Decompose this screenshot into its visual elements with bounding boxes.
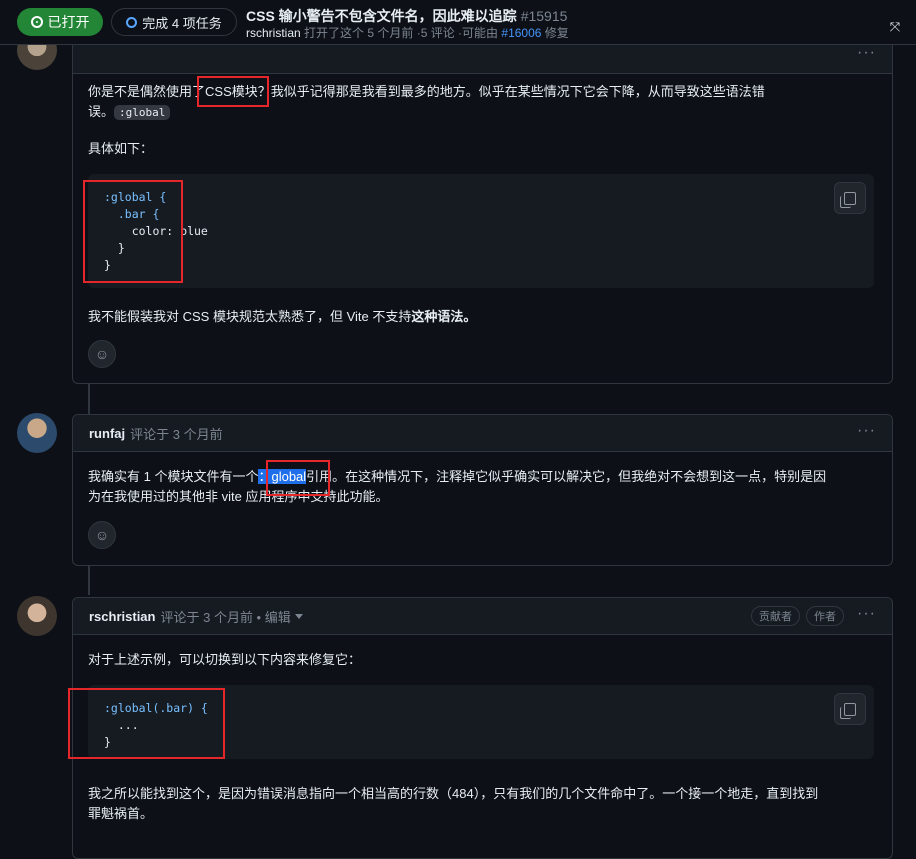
copy-button[interactable] [834,182,866,214]
comment-paragraph: 我不能假装我对 CSS 模块规范太熟悉了，但 Vite 不支持这种语法。 [88,309,477,324]
comment-meta[interactable]: 评论于 3 个月前 [130,424,222,443]
add-reaction-button[interactable]: ☺ [88,521,116,549]
issue-subtitle: rschristian 打开了这个 5 个月前 ·5 评论 ·可能由 #1600… [246,26,569,40]
comment-paragraph: 你是不是偶然使用了CSS模块？我似乎记得那是我看到最多的地方。似乎在某些情况下它… [88,84,765,120]
code-line: :global(.bar) { [104,701,208,715]
tasks-badge[interactable]: 完成 4 项任务 [111,8,237,36]
code-line: color: blue [104,224,208,238]
avatar[interactable] [17,596,57,636]
add-reaction-button[interactable]: ☺ [88,340,116,368]
copy-icon [840,702,856,719]
chevron-down-icon[interactable] [294,613,303,619]
comment-paragraph: 我之所以能找到这个，是因为错误消息指向一个相当高的行数（484），只有我们的几个… [88,786,819,821]
comment-header: runfaj 评论于 3 个月前 ··· [73,415,892,452]
css-modules-text: CSS模块 [205,84,258,99]
contributor-badge: 贡献者 [751,606,800,626]
issue-title: CSS 输小警告不包含文件名，因此难以追踪 #15915 [246,8,568,24]
timeline-line [88,565,90,595]
avatar[interactable] [17,413,57,453]
issue-number: #15915 [520,8,568,24]
comment-paragraph: 对于上述示例，可以切换到以下内容来修复它： [88,652,362,667]
code-line: } [104,241,125,255]
comment-header: rschristian 评论于 3 个月前 • 编辑 贡献者 作者 ··· [73,598,892,635]
inline-code: :global [114,105,171,120]
comment-author[interactable]: runfaj [89,426,125,441]
more-options-icon[interactable]: ··· [857,422,876,440]
copy-button[interactable] [834,693,866,725]
issue-open-icon [30,16,43,28]
code-line: :global { [104,190,167,204]
more-options-icon[interactable]: ··· [857,605,876,623]
comment-author[interactable]: rschristian [89,609,155,624]
status-badge: 已打开 [17,8,103,36]
code-line: .bar { [104,207,160,221]
code-line: } [104,258,111,272]
comment-paragraph: 我确实有 1 个模块文件有一个：global引用。在这种情况下，注释掉它似乎确实… [88,469,827,504]
code-block: :global { .bar { color: blue } } [88,174,874,288]
more-options-icon[interactable]: ··· [857,44,876,62]
progress-ring-icon [126,16,138,28]
code-line: } [104,735,111,749]
issue-author[interactable]: rschristian [246,26,301,40]
expand-icon[interactable]: ⤧ [884,16,906,38]
code-block: :global(.bar) { ... } [88,685,874,759]
copy-icon [840,191,856,208]
timeline-line [88,383,90,414]
sticky-header: 已打开 完成 4 项任务 CSS 输小警告不包含文件名，因此难以追踪 #15915… [0,0,916,45]
comment-paragraph: 具体如下： [88,141,154,156]
highlighted-text: ：global [258,469,307,484]
fix-link[interactable]: #16006 [501,26,541,40]
code-line: ... [104,718,139,732]
author-badge: 作者 [806,606,844,626]
comment-meta[interactable]: 评论于 3 个月前 • 编辑 [160,607,290,626]
